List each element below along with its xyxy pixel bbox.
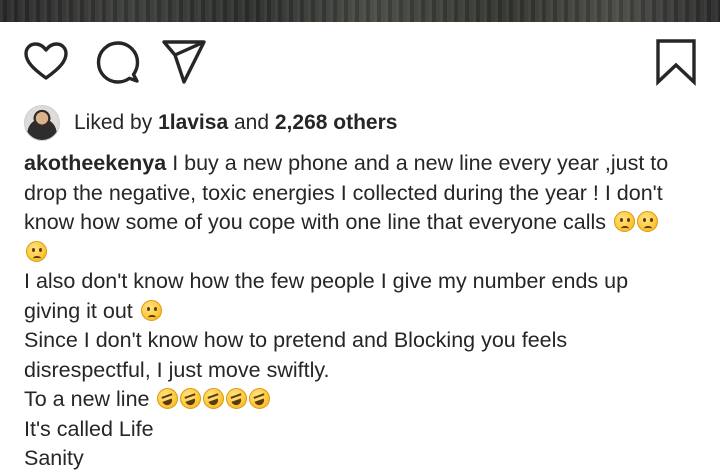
share-icon[interactable] [160,38,208,86]
caption-username[interactable]: akotheekenya [24,151,166,175]
rofl-face-icon [249,388,271,409]
caption-line: Since I don't know how to pretend and Bl… [24,328,568,352]
comment-icon[interactable] [94,38,142,86]
caption-line: To a new line [24,385,696,415]
rofl-face-icon [157,388,179,409]
thinking-face-icon [637,211,658,232]
rofl-face-icon [226,388,248,409]
caption-line: It's called Life [24,416,154,441]
caption-line: giving it out [24,297,696,327]
thinking-face-icon [140,299,162,321]
caption-line: disrespectful, I just move swiftly. [24,357,330,382]
caption-line: akotheekenya I buy a new phone and a new… [24,151,669,175]
likes-prefix: Liked by [74,111,153,134]
thinking-face-icon [26,240,47,262]
likes-others-count[interactable]: 2,268 others [275,111,398,135]
first-liker-username[interactable]: 1lavisa [158,111,228,135]
post-action-bar [0,38,720,88]
bookmark-icon[interactable] [652,38,700,86]
rofl-face-icon [203,388,225,409]
post-image-bottom[interactable] [0,0,720,22]
caption-line: drop the negative, toxic energies I coll… [24,180,663,205]
caption-line [24,238,696,268]
caption-line: know how some of you cope with one line … [24,208,696,238]
like-heart-icon[interactable] [22,38,70,86]
caption-line: Sanity [24,446,84,470]
liker-avatar[interactable] [24,105,60,141]
likes-connector: and [233,111,270,134]
rofl-face-icon [180,388,202,409]
post-caption: akotheekenya I buy a new phone and a new… [24,149,696,474]
likes-summary[interactable]: Liked by 1lavisa and 2,268 others [24,104,397,142]
thinking-face-icon [614,211,635,232]
caption-line: I also don't know how the few people I g… [24,269,629,293]
